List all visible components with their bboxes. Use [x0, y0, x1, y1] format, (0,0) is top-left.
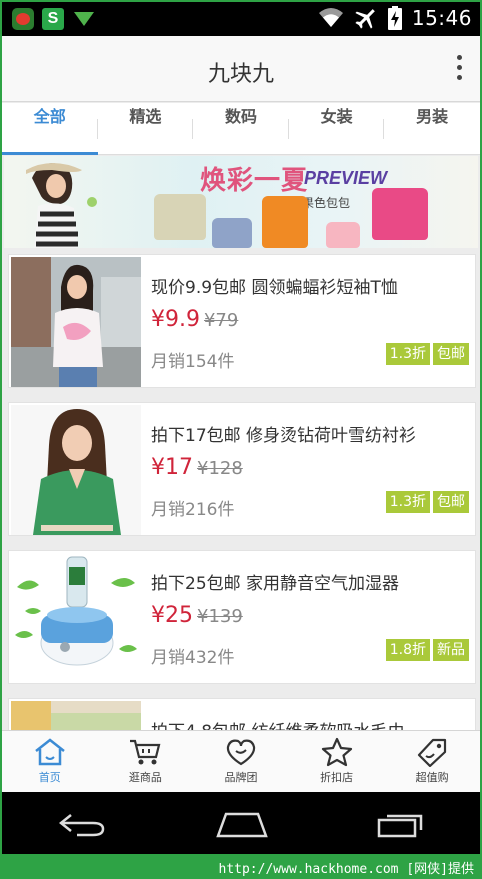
tab-featured[interactable]: 精选 — [98, 103, 194, 154]
more-vert-icon[interactable] — [454, 55, 464, 83]
bag-image — [326, 222, 360, 248]
airplane-mode-icon — [355, 9, 375, 29]
nav-label: 逛商品 — [128, 771, 162, 784]
product-image — [11, 405, 141, 535]
discount-badge: 1.3折 — [385, 491, 430, 513]
monthly-sales: 月销216件 — [151, 500, 235, 520]
home-button-icon[interactable] — [216, 810, 268, 838]
promo-banner[interactable]: 焕彩一夏 PREVIEW 糖果色包包 — [4, 156, 478, 248]
product-image — [11, 553, 141, 683]
page-title: 九块九 — [207, 62, 274, 87]
original-price: ¥128 — [197, 458, 243, 479]
back-icon[interactable] — [57, 809, 107, 839]
discount-badge: 1.8折 — [385, 639, 430, 661]
discount-badge: 1.3折 — [385, 343, 430, 365]
tab-all[interactable]: 全部 — [2, 103, 98, 155]
recents-icon[interactable] — [377, 810, 425, 838]
product-price: ¥9.9 — [151, 307, 200, 332]
product-title: 拍下25包邮 家用静音空气加湿器 — [151, 574, 400, 594]
nav-home[interactable]: 首页 — [2, 731, 98, 792]
product-price: ¥17 — [151, 455, 193, 480]
watermark: http://www.hackhome.com [网侠]提供 — [0, 854, 480, 879]
watermark-text: http://www.hackhome.com [网侠]提供 — [218, 862, 475, 877]
banner-preview: PREVIEW — [304, 168, 388, 188]
bag-image — [154, 194, 206, 240]
bag-image — [212, 218, 252, 248]
wifi-icon — [318, 8, 343, 27]
bag-image — [262, 196, 308, 248]
tab-mens[interactable]: 男装 — [384, 103, 480, 154]
nav-label: 品牌团 — [224, 771, 258, 784]
product-title: 现价9.9包邮 圆领蝙蝠衫短袖T恤 — [151, 278, 398, 298]
app-notification-icon — [12, 8, 34, 30]
nav-browse-products[interactable]: 逛商品 — [98, 731, 194, 792]
shipping-badge: 包邮 — [433, 491, 469, 513]
category-tabs: 全部 精选 数码 女装 男装 — [2, 103, 480, 155]
product-image — [11, 257, 141, 387]
tab-digital[interactable]: 数码 — [193, 103, 289, 154]
download-icon — [72, 8, 96, 30]
product-title: 拍下17包邮 修身烫钻荷叶雪纺衬衫 — [151, 426, 417, 446]
new-badge: 新品 — [433, 639, 469, 661]
app-header: 九块九 — [2, 36, 480, 102]
nav-label: 折扣店 — [320, 771, 354, 784]
nav-label: 首页 — [38, 771, 61, 784]
product-card[interactable]: 现价9.9包邮 圆领蝙蝠衫短袖T恤 ¥9.9 ¥79 月销154件 1.3折 包… — [8, 254, 476, 388]
monthly-sales: 月销154件 — [151, 352, 235, 372]
phone-screen: S 15:46 九块九 全部 精选 数码 女装 男装 焕彩一夏 PREVIEW … — [0, 0, 482, 879]
clock: 15:46 — [411, 6, 472, 30]
battery-charging-icon — [387, 6, 402, 30]
banner-model-image — [26, 163, 97, 248]
nav-discount-store[interactable]: 折扣店 — [289, 731, 385, 792]
product-card[interactable]: 拍下17包邮 修身烫钻荷叶雪纺衬衫 ¥17 ¥128 月销216件 1.3折 包… — [8, 402, 476, 536]
home-icon — [35, 738, 65, 766]
s-app-icon: S — [42, 8, 64, 30]
status-bar: S 15:46 — [2, 2, 480, 36]
bag-image — [372, 188, 428, 240]
system-nav-bar — [2, 792, 480, 856]
bottom-nav: 首页 逛商品 品牌团 折扣店 超值购 — [2, 730, 480, 792]
banner-slogan: 焕彩一夏 — [200, 166, 309, 196]
monthly-sales: 月销432件 — [151, 648, 235, 668]
tab-womens[interactable]: 女装 — [289, 103, 385, 154]
nav-great-value[interactable]: 超值购 — [384, 731, 480, 792]
original-price: ¥139 — [197, 606, 243, 627]
nav-label: 超值购 — [415, 771, 449, 784]
heart-icon — [226, 739, 256, 766]
product-price: ¥25 — [151, 603, 193, 628]
star-icon — [321, 737, 352, 767]
product-card[interactable]: 拍下25包邮 家用静音空气加湿器 ¥25 ¥139 月销432件 1.8折 新品 — [8, 550, 476, 684]
nav-brand-group[interactable]: 品牌团 — [193, 731, 289, 792]
original-price: ¥79 — [203, 310, 239, 331]
tag-icon — [418, 738, 447, 767]
cart-icon — [130, 739, 161, 765]
shipping-badge: 包邮 — [433, 343, 469, 365]
